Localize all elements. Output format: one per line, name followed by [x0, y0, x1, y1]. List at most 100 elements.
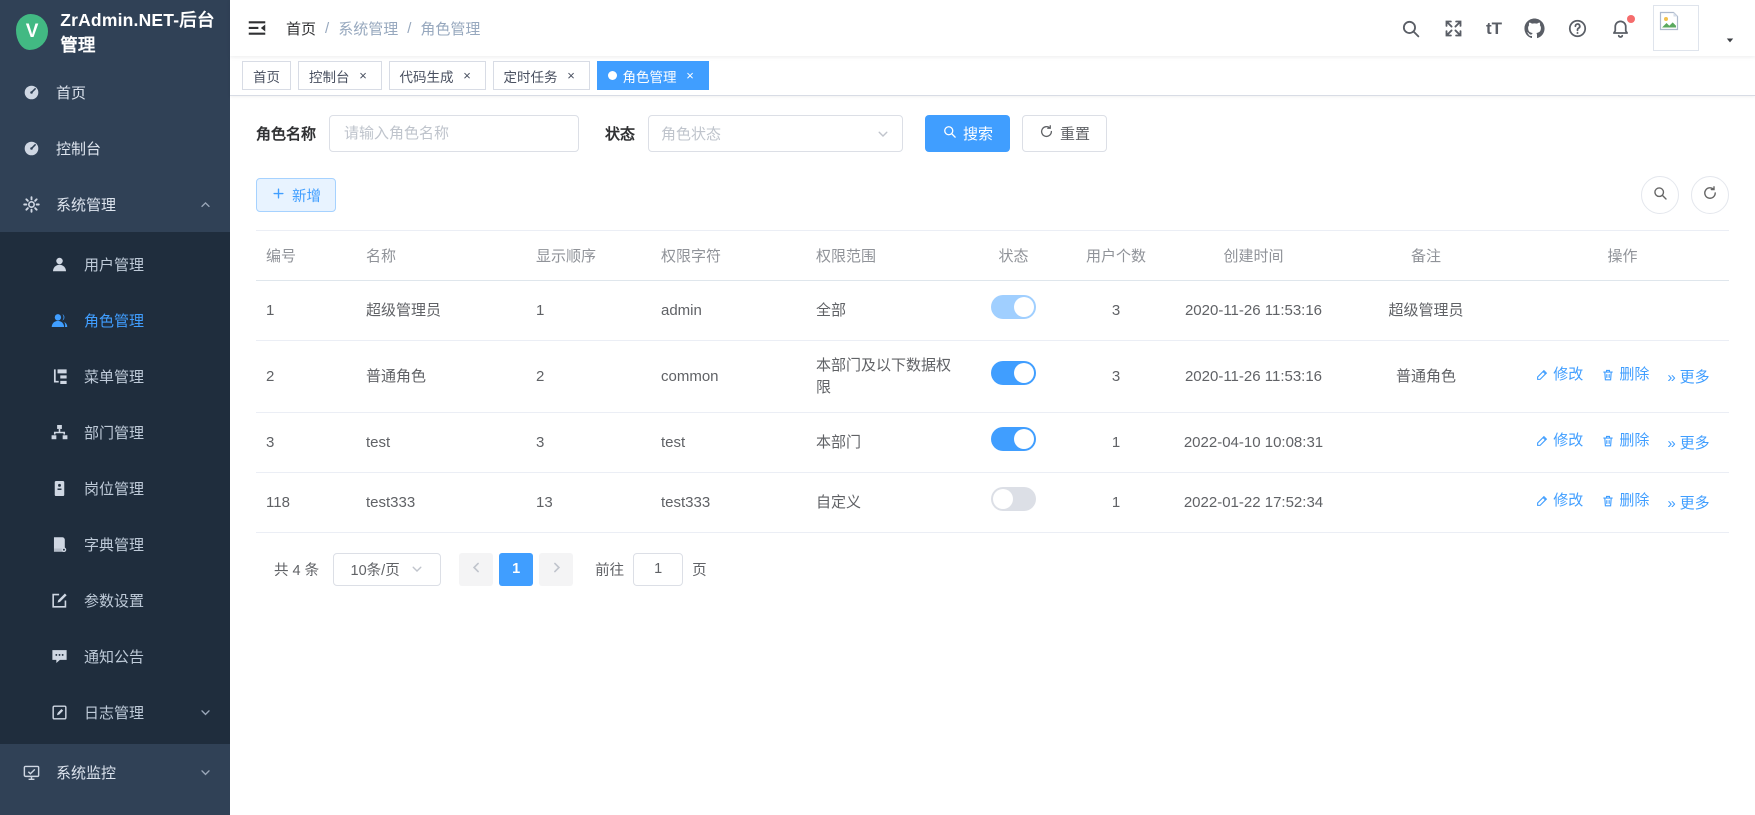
page-size-value: 10条/页	[351, 559, 400, 580]
search-icon[interactable]	[1400, 18, 1421, 39]
breadcrumb-item[interactable]: 首页	[286, 18, 316, 39]
delete-link[interactable]: 删除	[1601, 490, 1649, 512]
page-size-select[interactable]: 10条/页	[333, 553, 441, 586]
caret-down-icon[interactable]	[1723, 33, 1737, 47]
sidebar: V ZrAdmin.NET-后台管理 首页控制台系统管理用户管理角色管理菜单管理…	[0, 0, 230, 815]
edit-link[interactable]: 修改	[1535, 490, 1583, 512]
prev-page-button[interactable]	[459, 553, 493, 586]
close-icon[interactable]: ×	[564, 68, 579, 83]
refresh-table-button[interactable]	[1691, 176, 1729, 214]
sidebar-item-参数设置[interactable]: 参数设置	[0, 572, 230, 628]
tab-定时任务[interactable]: 定时任务×	[493, 61, 590, 90]
app-logo: V ZrAdmin.NET-后台管理	[0, 0, 230, 64]
next-page-button[interactable]	[539, 553, 573, 586]
edit-pen-icon	[1535, 494, 1549, 508]
add-button[interactable]: 新增	[256, 178, 336, 212]
more-link[interactable]: »更多	[1667, 433, 1709, 455]
sidebar-item-通知公告[interactable]: 通知公告	[0, 628, 230, 684]
cell-status	[966, 473, 1061, 533]
role-name-label: 角色名称	[256, 123, 316, 144]
action-label: 修改	[1553, 430, 1583, 452]
cell-created: 2020-11-26 11:53:16	[1171, 340, 1336, 413]
table-row: 118test33313test333自定义12022-01-22 17:52:…	[256, 473, 1729, 533]
sidebar-item-系统监控[interactable]: 系统监控	[0, 744, 230, 800]
trash-icon	[1601, 494, 1615, 508]
reset-button-label: 重置	[1060, 123, 1090, 144]
cell: admin	[651, 281, 806, 341]
tab-控制台[interactable]: 控制台 ×	[298, 61, 382, 90]
close-icon[interactable]: ×	[356, 68, 371, 83]
tab-代码生成[interactable]: 代码生成×	[389, 61, 486, 90]
fullscreen-icon[interactable]	[1443, 18, 1464, 39]
sidebar-item-岗位管理[interactable]: 岗位管理	[0, 460, 230, 516]
column-header-创建时间: 创建时间	[1171, 231, 1336, 281]
column-header-备注: 备注	[1336, 231, 1516, 281]
show-search-button[interactable]	[1641, 176, 1679, 214]
refresh-icon	[1039, 124, 1054, 143]
sidebar-item-日志管理[interactable]: 日志管理	[0, 684, 230, 740]
table-row: 2普通角色2common本部门及以下数据权限32020-11-26 11:53:…	[256, 340, 1729, 413]
close-icon[interactable]: ×	[460, 68, 475, 83]
tab-label: 首页	[253, 66, 280, 86]
cell: 全部	[806, 281, 966, 341]
double-arrow-icon: »	[1667, 370, 1675, 385]
table-row: 3test3test本部门12022-04-10 10:08:31修改删除»更多	[256, 413, 1729, 473]
search-button[interactable]: 搜索	[925, 115, 1010, 152]
sidebar-item-系统管理[interactable]: 系统管理	[0, 176, 230, 232]
sidebar-item-部门管理[interactable]: 部门管理	[0, 404, 230, 460]
edit-link[interactable]: 修改	[1535, 430, 1583, 452]
cell: common	[651, 340, 806, 413]
cell-users: 1	[1061, 413, 1171, 473]
page-suffix-label: 页	[692, 559, 707, 580]
help-icon[interactable]	[1567, 18, 1588, 39]
close-icon[interactable]: ×	[683, 68, 698, 83]
goto-page-input[interactable]	[633, 553, 683, 586]
notification-badge	[1627, 15, 1635, 23]
status-select[interactable]: 角色状态	[648, 115, 903, 152]
breadcrumb-separator: /	[325, 20, 329, 37]
sidebar-item-用户管理[interactable]: 用户管理	[0, 236, 230, 292]
tab-首页[interactable]: 首页	[242, 61, 291, 90]
trash-icon	[1601, 434, 1615, 448]
font-size-icon[interactable]: tT	[1486, 18, 1502, 39]
sidebar-item-字典管理[interactable]: 字典管理	[0, 516, 230, 572]
edit-link[interactable]: 修改	[1535, 364, 1583, 386]
cell-remark	[1336, 413, 1516, 473]
sidebar-fold-icon[interactable]	[246, 17, 268, 39]
action-label: 更多	[1680, 493, 1710, 515]
more-link[interactable]: »更多	[1667, 367, 1709, 389]
sidebar-item-角色管理[interactable]: 角色管理	[0, 292, 230, 348]
github-icon[interactable]	[1524, 18, 1545, 39]
action-label: 删除	[1619, 364, 1649, 386]
column-header-状态: 状态	[966, 231, 1061, 281]
column-header-编号: 编号	[256, 231, 356, 281]
tab-角色管理[interactable]: 角色管理×	[597, 61, 709, 90]
tab-label: 控制台	[309, 66, 350, 86]
status-toggle[interactable]	[991, 427, 1036, 451]
table-row: 1超级管理员1admin全部32020-11-26 11:53:16超级管理员	[256, 281, 1729, 341]
table-settings	[1641, 176, 1729, 214]
bell-icon[interactable]	[1610, 18, 1631, 39]
chevron-up-icon	[199, 198, 212, 211]
status-toggle[interactable]	[991, 361, 1036, 385]
sidebar-item-控制台[interactable]: 控制台	[0, 120, 230, 176]
more-link[interactable]: »更多	[1667, 493, 1709, 515]
reset-button[interactable]: 重置	[1022, 115, 1107, 152]
status-toggle[interactable]	[991, 487, 1036, 511]
sidebar-menu: 首页控制台系统管理用户管理角色管理菜单管理部门管理岗位管理字典管理参数设置通知公…	[0, 64, 230, 815]
delete-link[interactable]: 删除	[1601, 430, 1649, 452]
sidebar-item-label: 岗位管理	[84, 478, 144, 499]
delete-link[interactable]: 删除	[1601, 364, 1649, 386]
sidebar-item-label: 控制台	[56, 138, 101, 159]
sidebar-item-菜单管理[interactable]: 菜单管理	[0, 348, 230, 404]
cell: 超级管理员	[356, 281, 526, 341]
refresh-icon	[1702, 185, 1718, 205]
chevron-right-icon	[550, 561, 563, 578]
role-name-input[interactable]	[329, 115, 579, 152]
page-number-1[interactable]: 1	[499, 553, 533, 586]
avatar[interactable]	[1653, 5, 1699, 51]
sidebar-item-首页[interactable]: 首页	[0, 64, 230, 120]
logo-mark-icon: V	[16, 14, 48, 50]
status-label: 状态	[605, 123, 635, 144]
sidebar-item-label: 日志管理	[84, 702, 144, 723]
